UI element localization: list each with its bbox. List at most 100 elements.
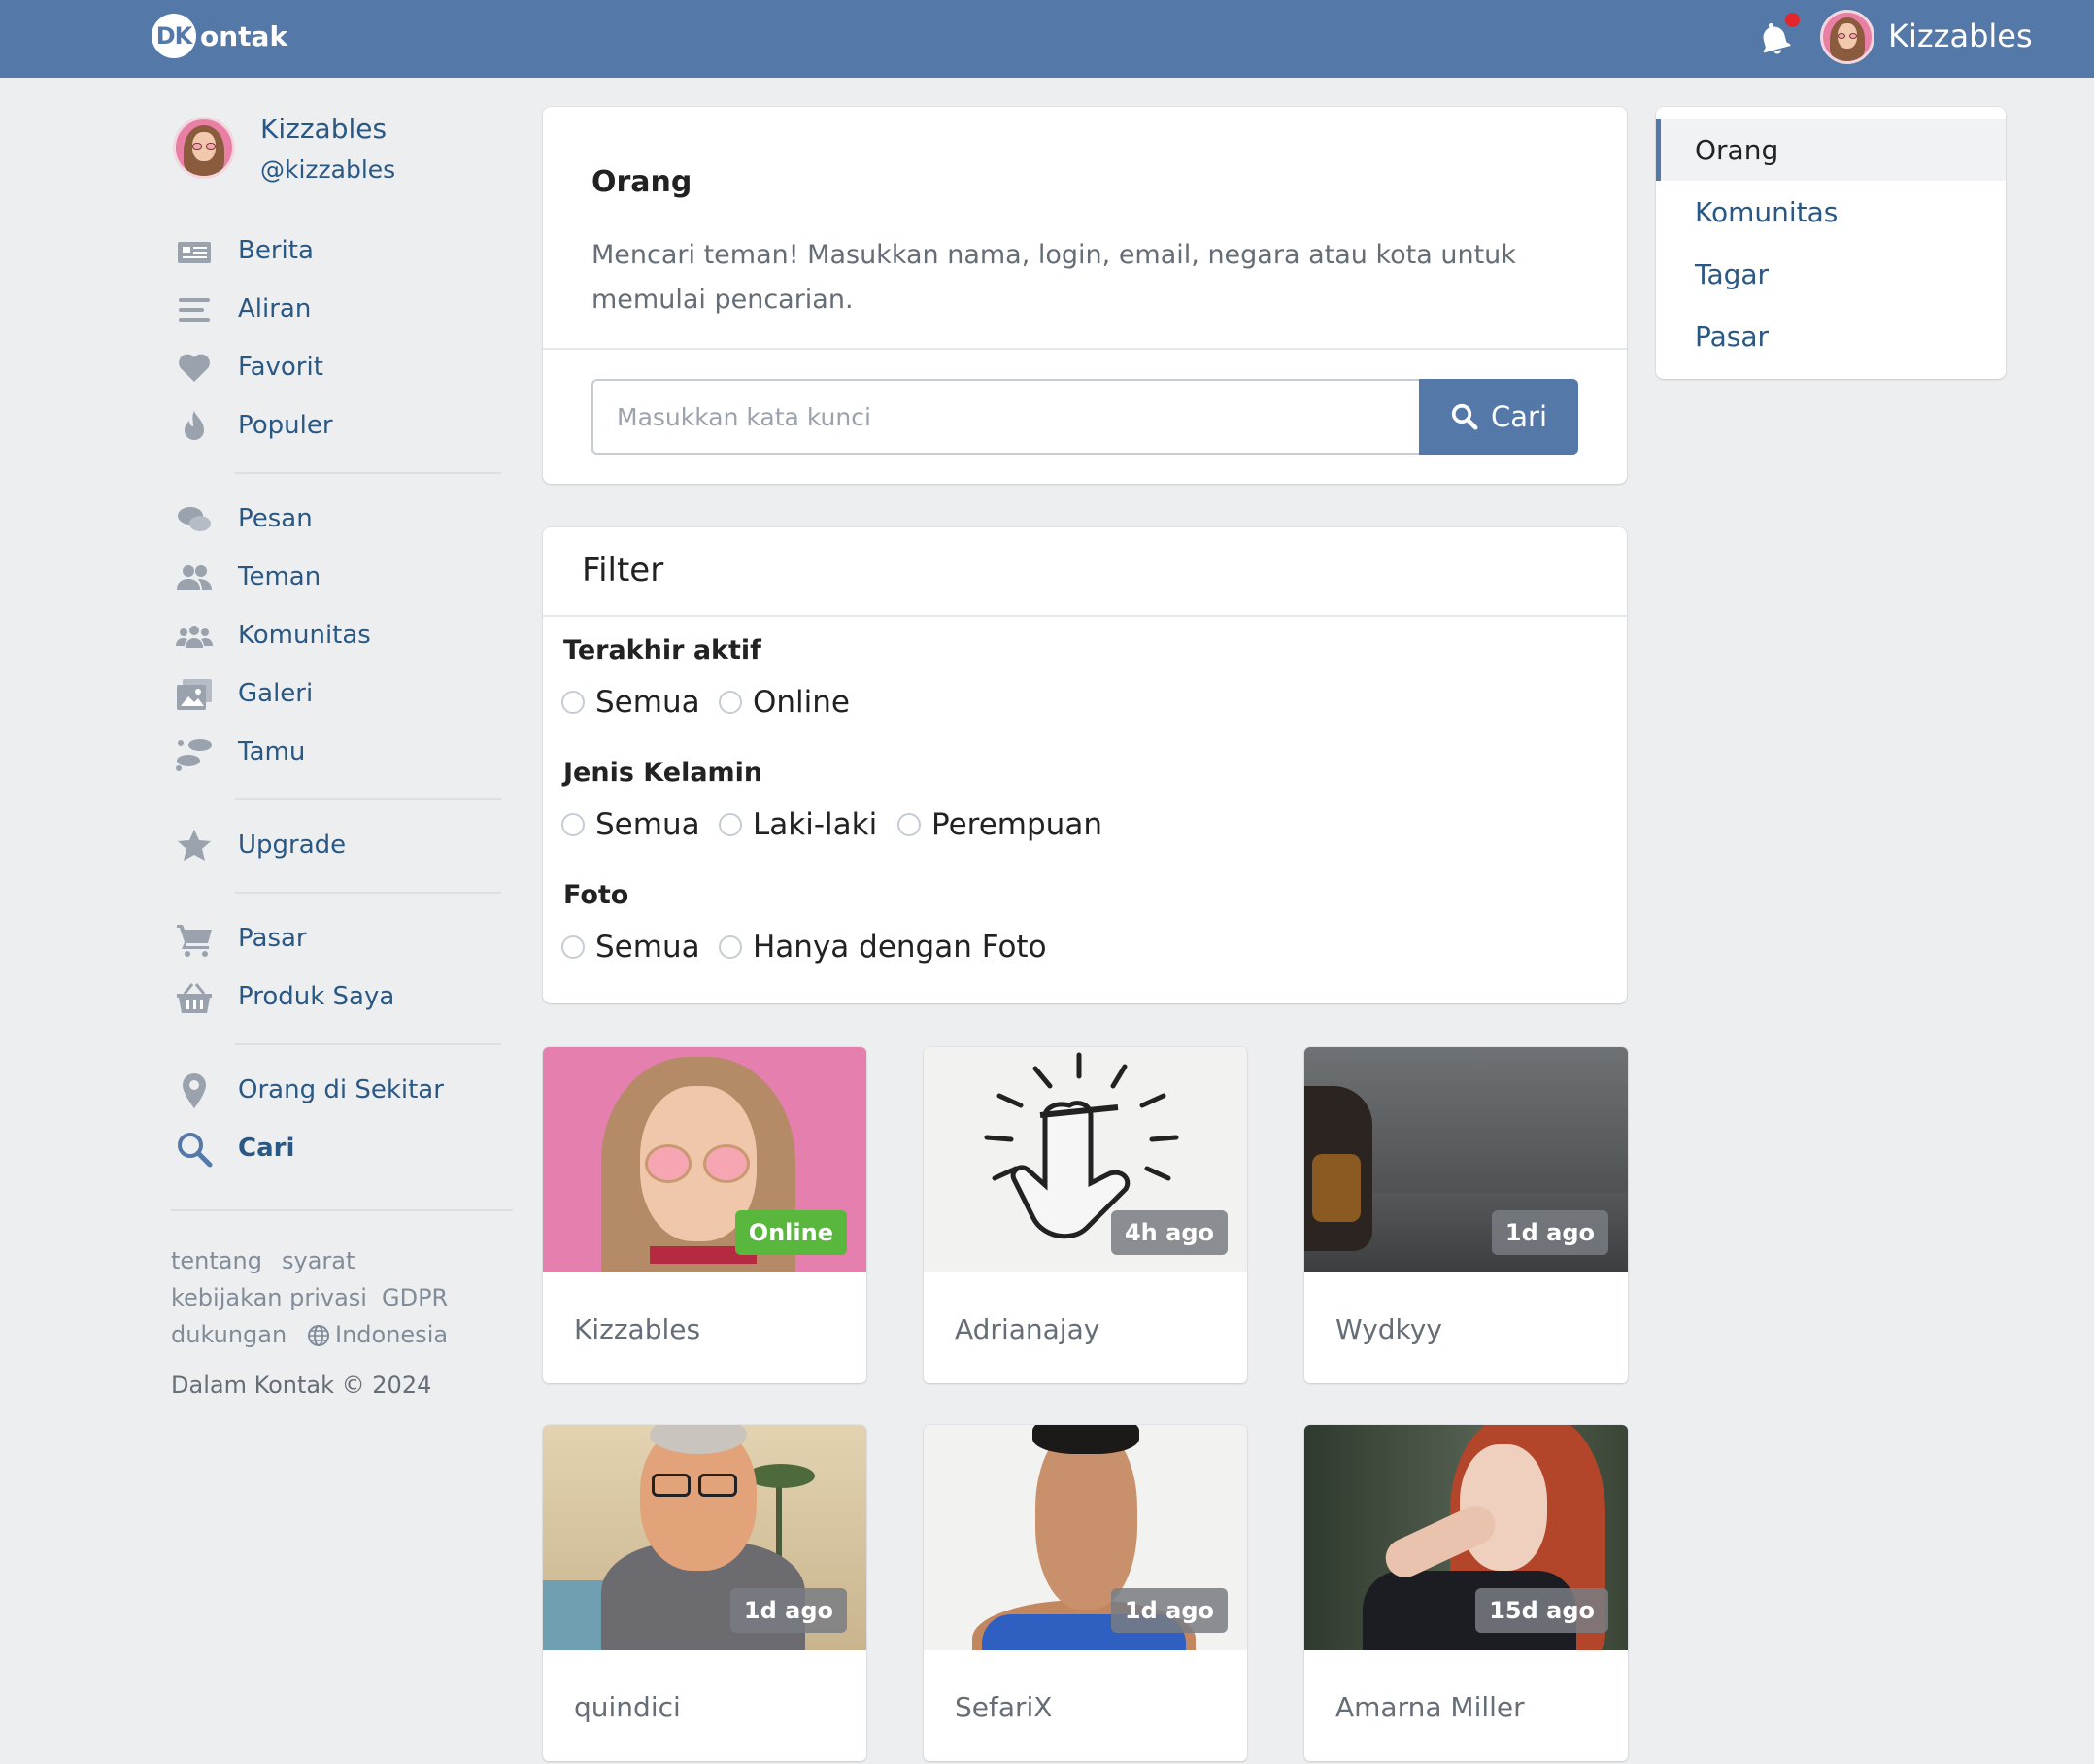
sidebar-item-upgrade[interactable]: Upgrade (175, 825, 346, 867)
search-title: Orang (591, 165, 692, 199)
search-input[interactable] (591, 379, 1433, 455)
tab-komunitas[interactable]: Komunitas (1656, 181, 2006, 243)
status-badge: 1d ago (1491, 1210, 1608, 1255)
status-badge: Online (734, 1210, 847, 1255)
person-name: Adrianajay (955, 1313, 1100, 1345)
tab-orang[interactable]: Orang (1656, 119, 2006, 181)
status-badge: 1d ago (729, 1588, 847, 1633)
person-name: Wydkyy (1335, 1313, 1442, 1345)
sidebar-item-pesan[interactable]: Pesan (175, 498, 313, 541)
sidebar-item-label: Berita (238, 236, 314, 265)
person-card[interactable]: Online Kizzables (543, 1047, 866, 1383)
footer-divider (171, 1209, 513, 1211)
sidebar-item-label: Populer (238, 411, 333, 440)
sidebar-item-aliran[interactable]: Aliran (175, 288, 311, 331)
person-name: Amarna Miller (1335, 1691, 1525, 1723)
stream-icon (179, 298, 210, 322)
footer-link-about[interactable]: tentang (171, 1247, 262, 1274)
nav-divider (235, 892, 501, 894)
footer-link-terms[interactable]: syarat (282, 1247, 355, 1274)
search-button[interactable]: Cari (1419, 379, 1578, 455)
tab-tagar[interactable]: Tagar (1656, 243, 2006, 305)
globe-icon (308, 1325, 329, 1346)
footer-link-gdpr[interactable]: GDPR (382, 1284, 448, 1311)
heart-icon (179, 354, 210, 382)
copyright: Dalam Kontak © 2024 (171, 1372, 432, 1399)
sidebar-item-label: Tamu (238, 737, 306, 766)
sidebar-item-label: Teman (238, 562, 321, 592)
filter-last-active-title: Terakhir aktif (563, 635, 761, 665)
radio-last-active-all[interactable]: Semua (561, 683, 700, 722)
profile-handle: @kizzables (260, 155, 396, 184)
search-icon (1451, 403, 1478, 430)
gallery-icon (177, 679, 212, 710)
radio-photo-all[interactable]: Semua (561, 928, 700, 967)
sidebar-item-label: Galeri (238, 679, 314, 708)
sidebar-item-label: Pesan (238, 504, 313, 533)
person-card[interactable]: 4h ago Adrianajay (924, 1047, 1247, 1383)
logo[interactable]: DK ontak (152, 14, 287, 58)
person-name: SefariX (955, 1691, 1053, 1723)
sidebar-item-label: Pasar (238, 924, 307, 953)
sidebar-item-berita[interactable]: Berita (175, 230, 314, 273)
person-name: Kizzables (574, 1313, 701, 1345)
nav-divider (235, 798, 501, 800)
news-icon (178, 242, 211, 263)
filter-card: Filter Terakhir aktif Semua Online Jenis… (543, 527, 1627, 1003)
radio-photo-only[interactable]: Hanya dengan Foto (719, 928, 1047, 967)
top-bar: DK ontak Kizzables (0, 0, 2094, 78)
sidebar-item-label: Komunitas (238, 621, 371, 650)
person-card[interactable]: 15d ago Amarna Miller (1304, 1425, 1628, 1761)
search-card: Orang Mencari teman! Masukkan nama, logi… (543, 107, 1627, 484)
sidebar-item-label: Upgrade (238, 831, 347, 860)
person-card[interactable]: 1d ago SefariX (924, 1425, 1247, 1761)
community-icon (176, 626, 213, 648)
status-badge: 1d ago (1110, 1588, 1228, 1633)
radio-gender-male[interactable]: Laki-laki (719, 805, 877, 844)
sidebar-item-pasar[interactable]: Pasar (175, 918, 307, 961)
notification-dot (1785, 13, 1800, 27)
footprints-icon (176, 739, 212, 771)
header-user-name[interactable]: Kizzables (1888, 17, 2033, 54)
nav-divider (235, 472, 501, 474)
friends-icon (177, 565, 212, 590)
filter-title: Filter (582, 551, 664, 590)
sidebar-item-galeri[interactable]: Galeri (175, 673, 313, 716)
sidebar-item-tamu[interactable]: Tamu (175, 731, 305, 774)
footer-link-privacy[interactable]: kebijakan privasi (171, 1284, 367, 1311)
status-badge: 15d ago (1475, 1588, 1608, 1633)
sidebar-item-favorit[interactable]: Favorit (175, 347, 323, 390)
radio-last-active-online[interactable]: Online (719, 683, 850, 722)
person-name: quindici (574, 1691, 681, 1723)
sidebar-item-label: Produk Saya (238, 982, 395, 1011)
person-card[interactable]: 1d ago Wydkyy (1304, 1047, 1628, 1383)
sidebar-item-produk-saya[interactable]: Produk Saya (175, 976, 394, 1019)
language-selector[interactable]: Indonesia (335, 1321, 448, 1348)
search-button-label: Cari (1491, 400, 1547, 433)
logo-badge: DK (152, 14, 196, 58)
avatar[interactable] (1820, 10, 1874, 64)
filter-photo-title: Foto (563, 880, 629, 910)
search-icon (178, 1133, 213, 1168)
basket-icon (177, 983, 212, 1013)
nav-divider (235, 1043, 501, 1045)
profile-avatar[interactable] (173, 117, 235, 179)
tab-pasar[interactable]: Pasar (1656, 305, 2006, 367)
sidebar-item-orang-di-sekitar[interactable]: Orang di Sekitar (175, 1069, 444, 1112)
filter-gender-title: Jenis Kelamin (563, 758, 763, 788)
person-card[interactable]: 1d ago quindici (543, 1425, 866, 1761)
sidebar-item-label: Favorit (238, 353, 323, 382)
cart-icon (177, 925, 212, 957)
sidebar-item-komunitas[interactable]: Komunitas (175, 615, 371, 658)
search-category-tabs: Orang Komunitas Tagar Pasar (1656, 107, 2006, 379)
sidebar-item-label: Orang di Sekitar (238, 1075, 444, 1104)
radio-gender-female[interactable]: Perempuan (897, 805, 1102, 844)
chat-icon (178, 507, 211, 531)
sidebar-item-populer[interactable]: Populer (175, 405, 333, 448)
sidebar-item-label: Cari (238, 1134, 295, 1163)
profile-name[interactable]: Kizzables (260, 113, 387, 145)
sidebar-item-teman[interactable]: Teman (175, 557, 321, 599)
sidebar-item-cari[interactable]: Cari (175, 1128, 294, 1170)
radio-gender-all[interactable]: Semua (561, 805, 700, 844)
footer-link-support[interactable]: dukungan (171, 1321, 287, 1348)
